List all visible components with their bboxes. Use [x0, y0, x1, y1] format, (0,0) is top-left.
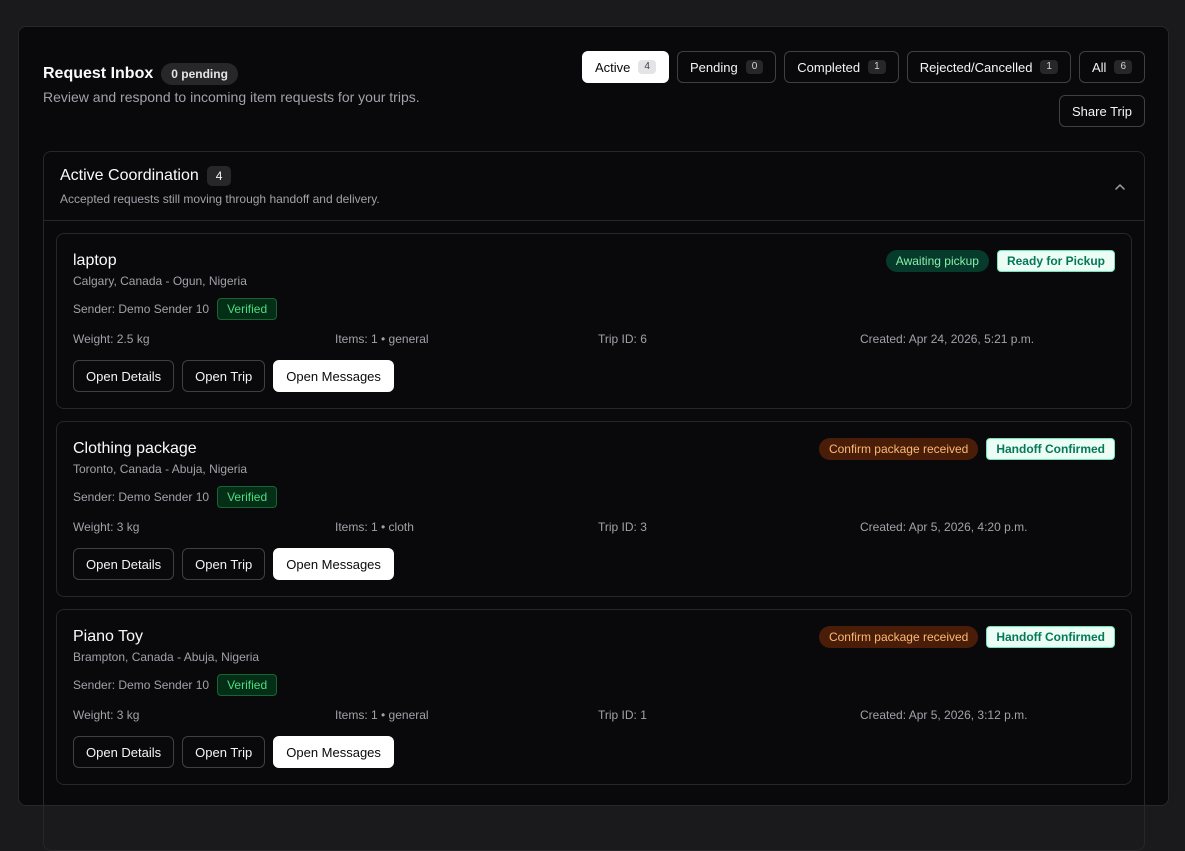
weight-value: Weight: 2.5 kg [73, 332, 150, 346]
open-details-button[interactable]: Open Details [73, 736, 175, 768]
status-badge: Confirm package received [818, 626, 979, 648]
created-value: Created: Apr 24, 2026, 5:21 p.m. [860, 332, 1035, 346]
chevron-up-icon[interactable] [1114, 181, 1126, 193]
filter-count: 1 [1040, 60, 1058, 74]
status-filter-tabs: Active 4 Pending 0 Completed 1 Rejected/… [582, 51, 1145, 83]
filter-all[interactable]: All 6 [1078, 51, 1145, 83]
section-description: Accepted requests still moving through h… [60, 192, 380, 206]
request-actions: Open Details Open Trip Open Messages [73, 736, 394, 768]
filter-label: Rejected/Cancelled [919, 59, 1033, 75]
request-actions: Open Details Open Trip Open Messages [73, 548, 394, 580]
request-title: Clothing package [73, 440, 197, 457]
stage-badge: Handoff Confirmed [986, 626, 1115, 648]
request-route: Toronto, Canada - Abuja, Nigeria [73, 462, 248, 476]
verified-badge: Verified [217, 298, 278, 320]
trip-id-value: Trip ID: 3 [598, 520, 647, 534]
request-inbox-panel: Request Inbox 0 pending Review and respo… [18, 26, 1169, 851]
filter-count: 4 [638, 60, 656, 74]
filter-pending[interactable]: Pending 0 [676, 51, 777, 83]
filter-label: Pending [689, 59, 738, 75]
sender-row: Sender: Demo Sender 10 Verified [73, 674, 278, 696]
filter-label: Active [595, 59, 631, 75]
open-details-button[interactable]: Open Details [73, 548, 175, 580]
weight-value: Weight: 3 kg [73, 520, 140, 534]
stage-badge: Handoff Confirmed [986, 438, 1115, 460]
page-subtitle: Review and respond to incoming item requ… [43, 89, 420, 105]
filter-count: 0 [745, 60, 764, 74]
status-badge: Awaiting pickup [885, 250, 989, 272]
request-route: Calgary, Canada - Ogun, Nigeria [73, 274, 247, 288]
request-route: Brampton, Canada - Abuja, Nigeria [73, 650, 260, 664]
open-trip-button[interactable]: Open Trip [182, 736, 266, 768]
open-messages-button[interactable]: Open Messages [273, 360, 394, 392]
request-card: laptop Calgary, Canada - Ogun, Nigeria S… [56, 233, 1132, 409]
filter-label: All [1091, 59, 1107, 75]
created-value: Created: Apr 5, 2026, 4:20 p.m. [860, 520, 1028, 534]
filter-count: 1 [868, 60, 886, 74]
trip-id-value: Trip ID: 1 [598, 708, 647, 722]
request-card: Clothing package Toronto, Canada - Abuja… [56, 421, 1132, 597]
items-value: Items: 1 • general [335, 332, 429, 346]
verified-badge: Verified [217, 486, 278, 508]
created-value: Created: Apr 5, 2026, 3:12 p.m. [860, 708, 1028, 722]
trip-id-value: Trip ID: 6 [598, 332, 647, 346]
status-badges: Awaiting pickup Ready for Pickup [885, 250, 1115, 272]
open-messages-button[interactable]: Open Messages [273, 736, 394, 768]
request-actions: Open Details Open Trip Open Messages [73, 360, 394, 392]
sender-row: Sender: Demo Sender 10 Verified [73, 298, 278, 320]
filter-active[interactable]: Active 4 [582, 51, 669, 83]
filter-rejected-cancelled[interactable]: Rejected/Cancelled 1 [906, 51, 1071, 83]
section-header[interactable]: Active Coordination 4 Accepted requests … [44, 152, 1144, 221]
status-badge: Confirm package received [818, 438, 979, 460]
status-badges: Confirm package received Handoff Confirm… [818, 626, 1115, 648]
filter-completed[interactable]: Completed 1 [784, 51, 899, 83]
share-trip-button[interactable]: Share Trip [1059, 95, 1145, 127]
inbox-header: Request Inbox 0 pending Review and respo… [43, 63, 420, 105]
request-title: laptop [73, 252, 117, 269]
page-title: Request Inbox [43, 65, 154, 82]
weight-value: Weight: 3 kg [73, 708, 140, 722]
section-count-badge: 4 [206, 166, 232, 186]
verified-badge: Verified [217, 674, 278, 696]
request-card-list: laptop Calgary, Canada - Ogun, Nigeria S… [56, 233, 1132, 797]
open-messages-button[interactable]: Open Messages [273, 548, 394, 580]
items-value: Items: 1 • cloth [335, 520, 414, 534]
items-value: Items: 1 • general [335, 708, 429, 722]
active-coordination-section: Active Coordination 4 Accepted requests … [43, 151, 1145, 851]
filter-label: Completed [797, 59, 861, 75]
sender-name: Sender: Demo Sender 10 [73, 678, 210, 692]
request-title: Piano Toy [73, 628, 143, 645]
sender-name: Sender: Demo Sender 10 [73, 302, 210, 316]
section-title: Active Coordination [60, 167, 199, 184]
request-card: Piano Toy Brampton, Canada - Abuja, Nige… [56, 609, 1132, 785]
status-badges: Confirm package received Handoff Confirm… [818, 438, 1115, 460]
sender-row: Sender: Demo Sender 10 Verified [73, 486, 278, 508]
title-row: Request Inbox 0 pending [43, 63, 420, 85]
pending-count-badge: 0 pending [161, 63, 238, 85]
section-title-row: Active Coordination 4 [60, 166, 1128, 186]
open-trip-button[interactable]: Open Trip [182, 360, 266, 392]
open-trip-button[interactable]: Open Trip [182, 548, 266, 580]
sender-name: Sender: Demo Sender 10 [73, 490, 210, 504]
open-details-button[interactable]: Open Details [73, 360, 175, 392]
stage-badge: Ready for Pickup [996, 250, 1115, 272]
filter-count: 6 [1114, 60, 1132, 74]
